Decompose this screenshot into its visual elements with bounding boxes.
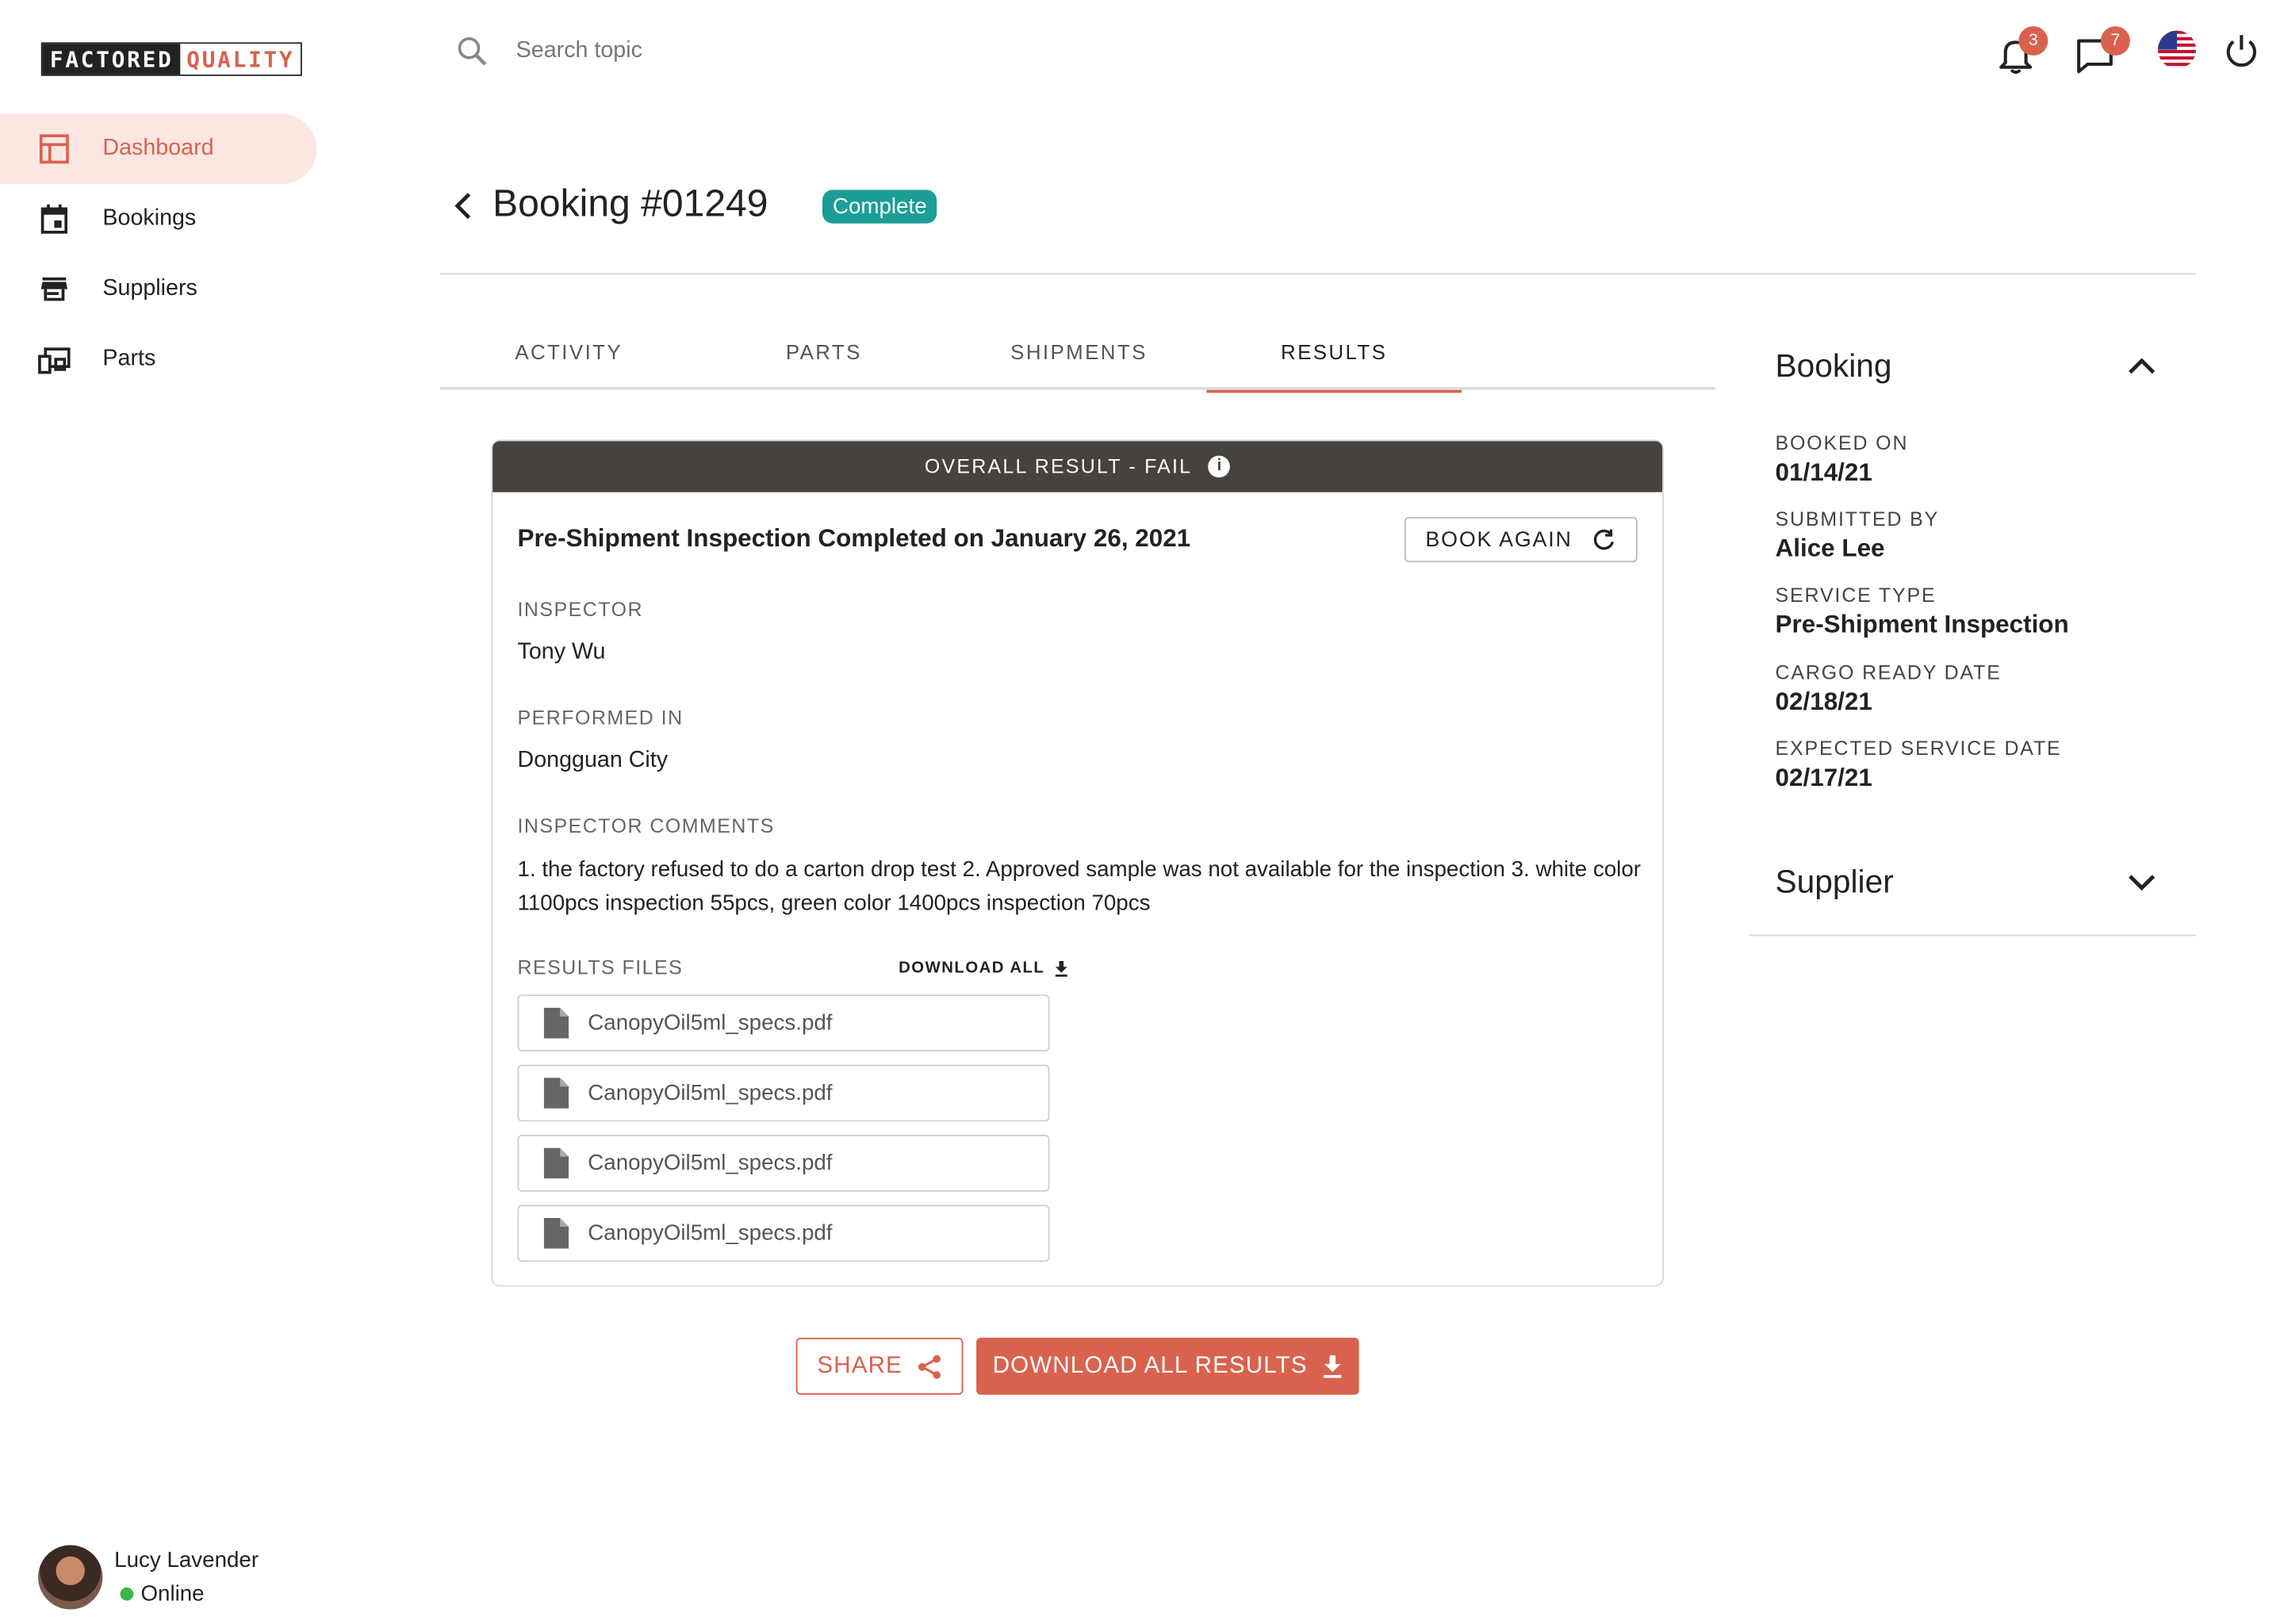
tab-bar: ACTIVITY PARTS SHIPMENTS RESULTS <box>439 312 1715 393</box>
submitted-by-label: SUBMITTED BY <box>1775 508 1940 530</box>
panel-divider <box>1749 934 2197 936</box>
expected-service-date-label: EXPECTED SERVICE DATE <box>1775 737 2062 760</box>
download-all-results-label: DOWNLOAD ALL RESULTS <box>992 1353 1308 1378</box>
inspector-label: INSPECTOR <box>517 599 643 621</box>
sidebar-item-dashboard[interactable]: Dashboard <box>0 113 317 185</box>
logo[interactable]: FACTORED QUALITY <box>40 42 302 76</box>
inspector-comments-label: INSPECTOR COMMENTS <box>517 814 775 837</box>
supplier-panel-title[interactable]: Supplier <box>1776 863 1894 901</box>
file-icon <box>543 1217 569 1249</box>
file-name: CanopyOil5ml_specs.pdf <box>588 1010 833 1036</box>
devices-icon <box>38 347 71 374</box>
file-icon <box>543 1147 569 1179</box>
file-name: CanopyOil5ml_specs.pdf <box>588 1151 833 1176</box>
book-again-label: BOOK AGAIN <box>1425 527 1573 552</box>
inspector-value: Tony Wu <box>517 639 606 665</box>
performed-in-label: PERFORMED IN <box>517 707 684 730</box>
header-divider <box>439 273 2197 275</box>
tab-results[interactable]: RESULTS <box>1206 312 1462 393</box>
user-status: Online <box>120 1581 205 1607</box>
messages-badge: 7 <box>2100 26 2130 56</box>
tab-activity[interactable]: ACTIVITY <box>440 312 698 390</box>
power-icon <box>2226 35 2256 67</box>
inspector-comments: 1. the factory refused to do a carton dr… <box>517 857 1641 916</box>
chevron-down-icon[interactable] <box>2125 866 2158 898</box>
sidebar-item-label: Parts <box>102 346 156 371</box>
overall-result-text: OVERALL RESULT - FAIL <box>924 455 1193 478</box>
book-again-button[interactable]: BOOK AGAIN <box>1404 516 1638 563</box>
chevron-up-icon[interactable] <box>2125 350 2158 383</box>
tab-parts[interactable]: PARTS <box>698 312 950 390</box>
sidebar-item-parts[interactable]: Parts <box>0 324 316 394</box>
sidebar-item-label: Suppliers <box>102 276 197 301</box>
notifications-badge: 3 <box>2018 26 2048 56</box>
status-badge: Complete <box>822 190 937 224</box>
sidebar-item-bookings[interactable]: Bookings <box>0 184 316 254</box>
sidebar-item-label: Bookings <box>102 205 197 231</box>
download-all-label: DOWNLOAD ALL <box>899 959 1045 978</box>
file-icon <box>543 1078 569 1109</box>
calendar-icon <box>40 204 68 234</box>
refresh-icon <box>1593 528 1614 550</box>
file-item[interactable]: CanopyOil5ml_specs.pdf <box>517 994 1050 1052</box>
submitted-by-value: Alice Lee <box>1775 534 1885 563</box>
page-title: Booking #01249 <box>492 181 768 225</box>
cargo-ready-date-label: CARGO READY DATE <box>1775 661 2002 684</box>
results-files-label: RESULTS FILES <box>517 956 684 979</box>
online-dot-icon <box>120 1587 134 1601</box>
avatar <box>38 1545 103 1610</box>
share-button[interactable]: SHARE <box>795 1337 964 1395</box>
download-icon <box>1323 1354 1342 1377</box>
sidebar-item-label: Dashboard <box>102 136 214 161</box>
dashboard-icon <box>39 134 69 164</box>
share-icon <box>918 1354 941 1378</box>
performed-in-value: Dongguan City <box>517 747 669 773</box>
share-label: SHARE <box>817 1353 902 1378</box>
info-icon[interactable]: i <box>1208 455 1231 478</box>
tab-shipments[interactable]: SHIPMENTS <box>950 312 1208 390</box>
sidebar-item-suppliers[interactable]: Suppliers <box>0 254 316 324</box>
download-all-results-button[interactable]: DOWNLOAD ALL RESULTS <box>976 1337 1359 1395</box>
file-name: CanopyOil5ml_specs.pdf <box>588 1080 833 1106</box>
logo-text-accent: QUALITY <box>180 44 301 75</box>
logo-text-primary: FACTORED <box>42 44 181 75</box>
download-icon <box>1055 959 1067 976</box>
search-input[interactable] <box>515 32 1103 71</box>
cargo-ready-date-value: 02/18/21 <box>1775 688 1872 716</box>
store-icon <box>40 277 68 301</box>
service-type-value: Pre-Shipment Inspection <box>1775 610 2069 638</box>
service-type-label: SERVICE TYPE <box>1775 584 1937 607</box>
booked-on-value: 01/14/21 <box>1775 458 1872 487</box>
file-item[interactable]: CanopyOil5ml_specs.pdf <box>517 1064 1050 1122</box>
language-selector[interactable] <box>2156 29 2200 73</box>
logout-button[interactable] <box>2221 31 2264 75</box>
file-name: CanopyOil5ml_specs.pdf <box>588 1220 833 1246</box>
file-icon <box>543 1007 569 1039</box>
booked-on-label: BOOKED ON <box>1775 432 1909 454</box>
file-item[interactable]: CanopyOil5ml_specs.pdf <box>517 1135 1050 1192</box>
user-status-label: Online <box>140 1581 205 1607</box>
inspection-title: Pre-Shipment Inspection Completed on Jan… <box>517 524 1191 553</box>
back-chevron-icon[interactable] <box>450 190 479 222</box>
file-item[interactable]: CanopyOil5ml_specs.pdf <box>517 1205 1050 1262</box>
us-flag-icon <box>2157 30 2197 69</box>
expected-service-date-value: 02/17/21 <box>1775 764 1872 792</box>
booking-panel-title[interactable]: Booking <box>1776 347 1892 385</box>
overall-result-banner: OVERALL RESULT - FAIL i <box>492 441 1663 492</box>
search-icon[interactable] <box>456 35 489 67</box>
download-all-link[interactable]: DOWNLOAD ALL <box>899 959 1068 977</box>
user-profile[interactable]: Lucy Lavender Online <box>38 1545 331 1613</box>
results-card: OVERALL RESULT - FAIL i Pre-Shipment Ins… <box>491 439 1665 1287</box>
user-name: Lucy Lavender <box>114 1548 259 1573</box>
sidebar-nav: Dashboard Bookings Suppliers Parts <box>0 113 317 395</box>
